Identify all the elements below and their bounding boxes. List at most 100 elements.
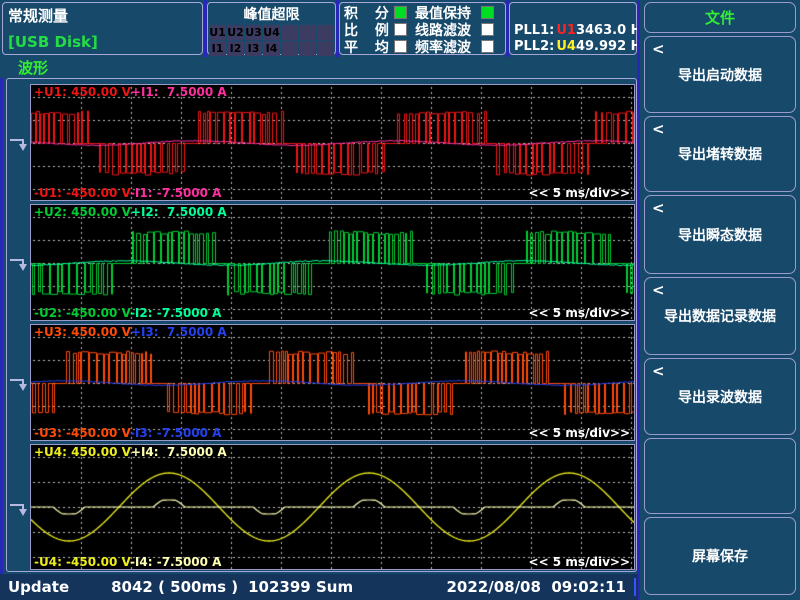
i1-scale-label: +I1: 7.5000 A <box>131 85 227 99</box>
measurement-mode-panel: 常规测量 [USB Disk] <box>2 2 203 55</box>
update-counter: 8042 ( 500ms ) <box>111 578 238 596</box>
export-startup-data-button[interactable]: < 导出启动数据 <box>644 36 796 113</box>
i3-scale-label: +I3: 7.5000 A <box>131 325 227 339</box>
peak-grid-row-current: I1I2I3I4 <box>209 41 335 56</box>
zero-level-marker-icon <box>9 377 29 392</box>
u1-scale-label: +U1: 450.00 V <box>34 85 131 99</box>
u4-scale-label: +U4: 450.00 V <box>34 445 131 459</box>
measure-options-panel: 积 分 最值保持 比 例 线路滤波 平 均 频率滤波 <box>339 2 506 55</box>
u3-neg-scale-label: -U3: -450.00 V <box>34 426 130 440</box>
button-label: 屏幕保存 <box>692 546 748 566</box>
channel-2-plot <box>31 205 634 320</box>
peak-indicator-cell: U3 <box>245 25 262 40</box>
u2-scale-label: +U2: 450.00 V <box>34 205 131 219</box>
button-label: 导出瞬态数据 <box>678 225 762 245</box>
left-edge-accent <box>0 78 3 574</box>
channel-4-plot <box>31 445 634 569</box>
button-label: 导出录波数据 <box>678 387 762 407</box>
i2-scale-label: +I2: 7.5000 A <box>131 205 227 219</box>
peak-indicator-cell <box>299 41 316 56</box>
peak-indicator-cell <box>317 41 334 56</box>
toggle-maxhold-checkbox[interactable] <box>481 6 494 19</box>
export-datalog-data-button[interactable]: < 导出数据记录数据 <box>644 277 796 355</box>
waveform-section-label: 波形 <box>18 57 48 78</box>
file-menu-panel: 文件 < 导出启动数据 < 导出堵转数据 < 导出瞬态数据 < 导出数据记录数据… <box>640 0 800 600</box>
menu-title-file[interactable]: 文件 <box>644 2 796 33</box>
peak-indicator-cell <box>281 25 298 40</box>
peak-indicator-cell: U2 <box>227 25 244 40</box>
usb-disk-status: [USB Disk] <box>8 33 98 51</box>
button-label: 导出数据记录数据 <box>664 306 776 326</box>
i3-neg-scale-label: -I3: -7.5000 A <box>130 426 222 440</box>
i4-neg-scale-label: -I4: -7.5000 A <box>130 555 222 569</box>
zero-level-marker-icon <box>9 137 29 152</box>
softkey-arrow-icon: < <box>652 199 665 217</box>
peak-indicator-cell: I1 <box>209 41 226 56</box>
export-transient-data-button[interactable]: < 导出瞬态数据 <box>644 195 796 274</box>
zero-level-marker-icon <box>9 502 29 517</box>
timebase-control[interactable]: << 5 ms/div>> <box>529 555 630 569</box>
waveform-channel-4: +U4: 450.00 V+I4: 7.5000 A -U4: -450.00 … <box>30 444 635 570</box>
update-label: Update <box>8 578 69 596</box>
i2-neg-scale-label: -I2: -7.5000 A <box>130 306 222 320</box>
button-label: 导出启动数据 <box>678 65 762 85</box>
pll1-label: PLL1: <box>514 23 554 38</box>
cursor-mark <box>634 578 636 596</box>
peak-indicator-cell: I3 <box>245 41 262 56</box>
pll2-channel: U4 <box>556 39 576 54</box>
waveform-channel-1: +U1: 450.00 V+I1: 7.5000 A -U1: -450.00 … <box>30 84 635 201</box>
peak-indicator-cell <box>299 25 316 40</box>
toggle-scale-checkbox[interactable] <box>394 23 407 36</box>
export-stall-data-button[interactable]: < 导出堵转数据 <box>644 116 796 192</box>
u3-scale-label: +U3: 450.00 V <box>34 325 131 339</box>
waveform-channel-2: +U2: 450.00 V+I2: 7.5000 A -U2: -450.00 … <box>30 204 635 321</box>
toggle-freqfilter-label: 频率滤波 <box>415 37 477 57</box>
softkey-arrow-icon: < <box>652 281 665 299</box>
export-waveform-record-button[interactable]: < 导出录波数据 <box>644 358 796 435</box>
peak-indicator-cell <box>281 41 298 56</box>
pll-readout-panel: PLL1: U1 3463.0 Hz PLL2: U4 49.992 Hz <box>509 2 637 55</box>
sample-count: 102399 Sum <box>248 578 353 596</box>
u1-neg-scale-label: -U1: -450.00 V <box>34 186 130 200</box>
timebase-control[interactable]: << 5 ms/div>> <box>529 426 630 440</box>
pll2-label: PLL2: <box>514 39 554 54</box>
channel-3-plot <box>31 325 634 440</box>
peak-panel-title: 峰值超限 <box>208 4 335 24</box>
toggle-linefilter-checkbox[interactable] <box>481 23 494 36</box>
waveform-channel-3: +U3: 450.00 V+I3: 7.5000 A -U3: -450.00 … <box>30 324 635 441</box>
pll1-row: PLL1: U1 3463.0 Hz <box>514 22 632 38</box>
u4-neg-scale-label: -U4: -450.00 V <box>34 555 130 569</box>
toggle-average-label: 平 均 <box>344 37 390 57</box>
peak-over-limit-panel: 峰值超限 U1U2U3U4 I1I2I3I4 <box>207 2 336 55</box>
i1-neg-scale-label: -I1: -7.5000 A <box>130 186 222 200</box>
peak-indicator-cell: I2 <box>227 41 244 56</box>
softkey-arrow-icon: < <box>652 362 665 380</box>
header-divider <box>204 0 207 57</box>
peak-indicator-cell <box>317 25 334 40</box>
toggle-integral-checkbox[interactable] <box>394 6 407 19</box>
peak-grid-row-voltage: U1U2U3U4 <box>209 25 335 40</box>
toggle-average-checkbox[interactable] <box>394 40 407 53</box>
header-divider <box>336 0 339 57</box>
zero-level-marker-icon <box>9 257 29 272</box>
u2-neg-scale-label: -U2: -450.00 V <box>34 306 130 320</box>
toggle-freqfilter-checkbox[interactable] <box>481 40 494 53</box>
i4-scale-label: +I4: 7.5000 A <box>131 445 227 459</box>
pll1-channel: U1 <box>556 23 576 38</box>
empty-softkey-button[interactable] <box>644 438 796 514</box>
pll2-row: PLL2: U4 49.992 Hz <box>514 38 632 54</box>
mode-title: 常规测量 <box>8 5 68 26</box>
channel-1-plot <box>31 85 634 200</box>
timebase-control[interactable]: << 5 ms/div>> <box>529 306 630 320</box>
peak-indicator-cell: U1 <box>209 25 226 40</box>
peak-indicator-cell: I4 <box>263 41 280 56</box>
timebase-control[interactable]: << 5 ms/div>> <box>529 186 630 200</box>
datetime: 2022/08/08 09:02:11 <box>446 578 626 596</box>
screen-save-button[interactable]: 屏幕保存 <box>644 517 796 595</box>
header-divider <box>506 0 509 57</box>
button-label: 导出堵转数据 <box>678 144 762 164</box>
softkey-arrow-icon: < <box>652 40 665 58</box>
softkey-arrow-icon: < <box>652 120 665 138</box>
peak-indicator-cell: U4 <box>263 25 280 40</box>
status-bar: Update 8042 ( 500ms ) 102399 Sum 2022/08… <box>0 574 638 600</box>
